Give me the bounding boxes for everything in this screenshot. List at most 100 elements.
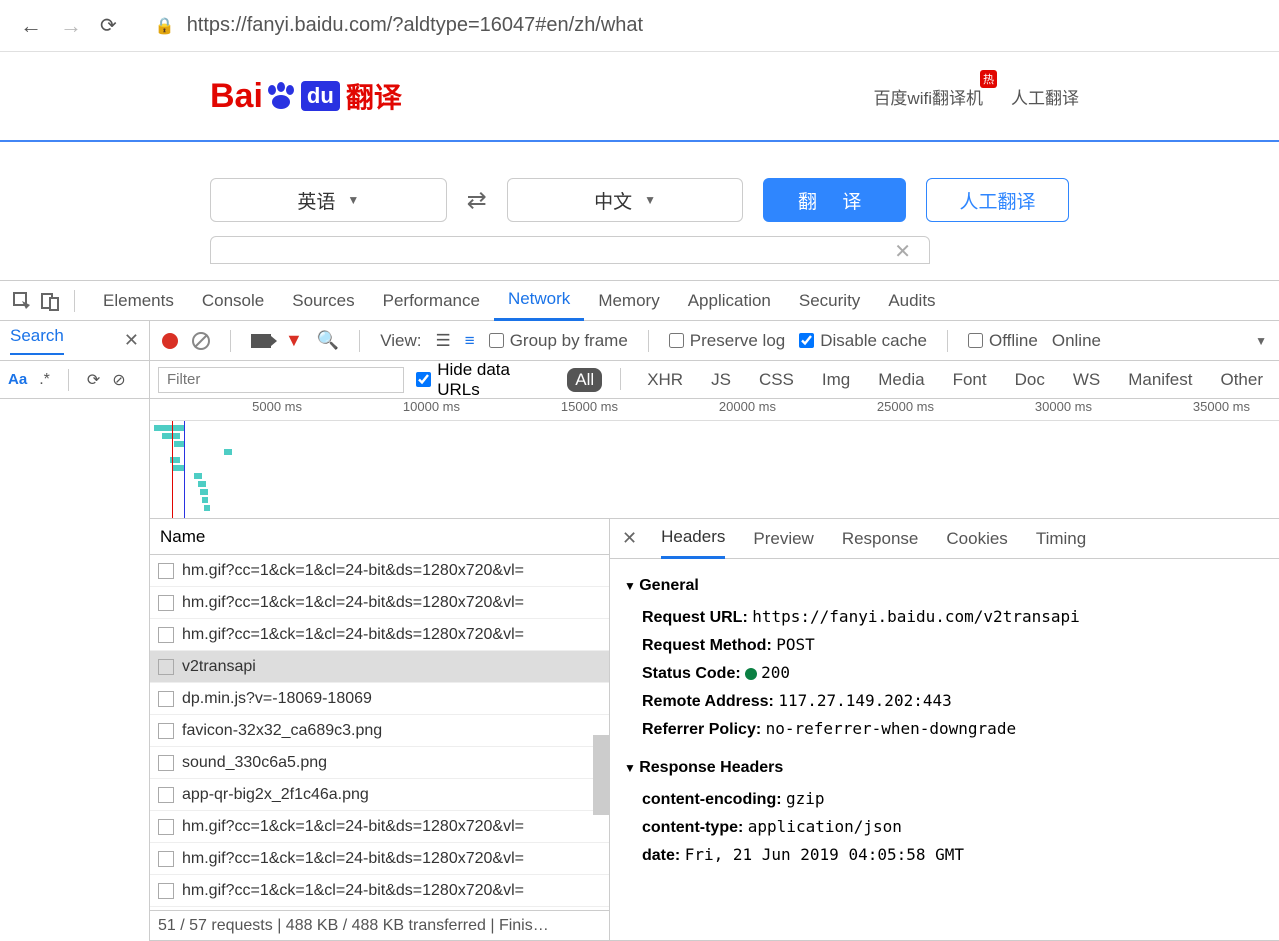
hide-data-urls-checkbox[interactable]: Hide data URLs <box>416 360 555 400</box>
search-panel: Search ✕ Aa .* ⟳ ⊘ <box>0 321 150 941</box>
devtools-tab-elements[interactable]: Elements <box>89 281 188 321</box>
timeline[interactable]: 5000 ms10000 ms15000 ms20000 ms25000 ms3… <box>150 399 1279 519</box>
filter-type-js[interactable]: JS <box>703 368 739 392</box>
filter-type-img[interactable]: Img <box>814 368 858 392</box>
record-button[interactable] <box>162 333 178 349</box>
separator <box>947 330 948 352</box>
swap-icon[interactable]: ⇄ <box>467 186 487 215</box>
devtools-tab-security[interactable]: Security <box>785 281 874 321</box>
clear-icon[interactable]: ⊘ <box>112 370 125 390</box>
header-links: 百度wifi翻译机 热 人工翻译 <box>873 84 1079 109</box>
clear-button[interactable] <box>192 332 210 350</box>
human-translate-link[interactable]: 人工翻译 <box>1011 84 1079 109</box>
request-row[interactable]: hm.gif?cc=1&ck=1&cl=24-bit&ds=1280x720&v… <box>150 587 609 619</box>
filter-icon[interactable]: ▼ <box>285 330 303 351</box>
search-icon[interactable]: 🔍 <box>317 330 339 351</box>
request-row[interactable]: hm.gif?cc=1&ck=1&cl=24-bit&ds=1280x720&v… <box>150 555 609 587</box>
regex-toggle[interactable]: .* <box>39 371 50 389</box>
source-text-input[interactable]: ✕ <box>210 236 930 264</box>
filter-type-font[interactable]: Font <box>945 368 995 392</box>
devtools-tab-network[interactable]: Network <box>494 281 584 321</box>
separator <box>620 368 621 390</box>
waterfall-icon[interactable]: ≡ <box>465 331 475 351</box>
general-section[interactable]: General <box>624 577 1265 595</box>
devtools-tab-application[interactable]: Application <box>674 281 785 321</box>
human-translate-button[interactable]: 人工翻译 <box>926 178 1069 222</box>
request-name: favicon-32x32_ca689c3.png <box>182 722 382 740</box>
disable-cache-checkbox[interactable]: Disable cache <box>799 331 927 351</box>
filter-type-all[interactable]: All <box>567 368 602 392</box>
detail-tab-preview[interactable]: Preview <box>753 519 813 559</box>
request-row[interactable]: hm.gif?cc=1&ck=1&cl=24-bit&ds=1280x720&v… <box>150 811 609 843</box>
device-icon[interactable] <box>40 291 60 311</box>
devtools-tab-console[interactable]: Console <box>188 281 278 321</box>
filter-type-css[interactable]: CSS <box>751 368 802 392</box>
chevron-down-icon: ▼ <box>1255 334 1267 348</box>
detail-tab-timing[interactable]: Timing <box>1036 519 1086 559</box>
request-name: dp.min.js?v=-18069-18069 <box>182 690 372 708</box>
hot-badge: 热 <box>980 70 997 88</box>
clear-icon[interactable]: ✕ <box>894 239 911 264</box>
address-bar[interactable]: 🔒 https://fanyi.baidu.com/?aldtype=16047… <box>135 14 1259 37</box>
devtools-tab-memory[interactable]: Memory <box>584 281 673 321</box>
request-name: hm.gif?cc=1&ck=1&cl=24-bit&ds=1280x720&v… <box>182 594 524 612</box>
detail-tab-response[interactable]: Response <box>842 519 919 559</box>
request-row[interactable]: sound_330c6a5.png <box>150 747 609 779</box>
search-tab[interactable]: Search <box>10 326 64 355</box>
case-sensitive-toggle[interactable]: Aa <box>8 371 27 388</box>
name-column-header[interactable]: Name <box>150 519 609 555</box>
reload-button[interactable]: ⟳ <box>100 13 117 38</box>
filter-type-xhr[interactable]: XHR <box>639 368 691 392</box>
request-rows: hm.gif?cc=1&ck=1&cl=24-bit&ds=1280x720&v… <box>150 555 609 910</box>
devtools-tab-audits[interactable]: Audits <box>874 281 949 321</box>
close-icon[interactable]: ✕ <box>622 528 637 549</box>
source-lang-select[interactable]: 英语 ▼ <box>210 178 447 222</box>
request-row[interactable]: hm.gif?cc=1&ck=1&cl=24-bit&ds=1280x720&v… <box>150 619 609 651</box>
separator <box>68 369 69 391</box>
file-icon <box>158 691 174 707</box>
wifi-translator-link[interactable]: 百度wifi翻译机 热 <box>873 84 983 109</box>
scrollbar[interactable] <box>593 735 609 815</box>
request-row[interactable]: app-qr-big2x_2f1c46a.png <box>150 779 609 811</box>
filter-type-other[interactable]: Other <box>1212 368 1271 392</box>
inspect-icon[interactable] <box>12 291 32 311</box>
detail-tab-headers[interactable]: Headers <box>661 519 725 559</box>
request-row[interactable]: v2transapi <box>150 651 609 683</box>
devtools-tabs: ElementsConsoleSourcesPerformanceNetwork… <box>0 281 1279 321</box>
filter-type-ws[interactable]: WS <box>1065 368 1108 392</box>
target-lang-select[interactable]: 中文 ▼ <box>507 178 744 222</box>
logo-du: du <box>301 81 340 111</box>
filter-type-manifest[interactable]: Manifest <box>1120 368 1200 392</box>
file-icon <box>158 659 174 675</box>
referrer-policy: Referrer Policy: no-referrer-when-downgr… <box>624 715 1265 743</box>
devtools-tab-sources[interactable]: Sources <box>278 281 368 321</box>
detail-body: General Request URL: https://fanyi.baidu… <box>610 559 1279 940</box>
back-button[interactable]: ← <box>20 13 42 39</box>
request-row[interactable]: hm.gif?cc=1&ck=1&cl=24-bit&ds=1280x720&v… <box>150 843 609 875</box>
group-by-frame-checkbox[interactable]: Group by frame <box>489 331 628 351</box>
request-row[interactable]: favicon-32x32_ca689c3.png <box>150 715 609 747</box>
screenshot-icon[interactable] <box>251 334 271 348</box>
filter-type-media[interactable]: Media <box>870 368 932 392</box>
devtools-tab-performance[interactable]: Performance <box>369 281 494 321</box>
filter-input[interactable] <box>158 367 404 393</box>
offline-checkbox[interactable]: Offline <box>968 331 1038 351</box>
preserve-log-checkbox[interactable]: Preserve log <box>669 331 785 351</box>
detail-tab-cookies[interactable]: Cookies <box>946 519 1007 559</box>
response-headers-section[interactable]: Response Headers <box>624 759 1265 777</box>
forward-button[interactable]: → <box>60 13 82 39</box>
request-row[interactable]: hm.gif?cc=1&ck=1&cl=24-bit&ds=1280x720&v… <box>150 875 609 907</box>
close-icon[interactable]: ✕ <box>124 330 139 351</box>
request-row[interactable]: dp.min.js?v=-18069-18069 <box>150 683 609 715</box>
filter-type-doc[interactable]: Doc <box>1007 368 1053 392</box>
request-name: hm.gif?cc=1&ck=1&cl=24-bit&ds=1280x720&v… <box>182 850 524 868</box>
file-icon <box>158 787 174 803</box>
translation-result <box>944 236 1069 264</box>
large-rows-icon[interactable]: ☰ <box>436 331 451 351</box>
refresh-icon[interactable]: ⟳ <box>87 370 100 390</box>
file-icon <box>158 819 174 835</box>
throttle-select[interactable]: Online <box>1052 331 1101 351</box>
translate-button[interactable]: 翻 译 <box>763 178 906 222</box>
status-code: Status Code: 200 <box>624 659 1265 687</box>
baidu-logo[interactable]: Bai du 翻译 <box>210 76 402 116</box>
